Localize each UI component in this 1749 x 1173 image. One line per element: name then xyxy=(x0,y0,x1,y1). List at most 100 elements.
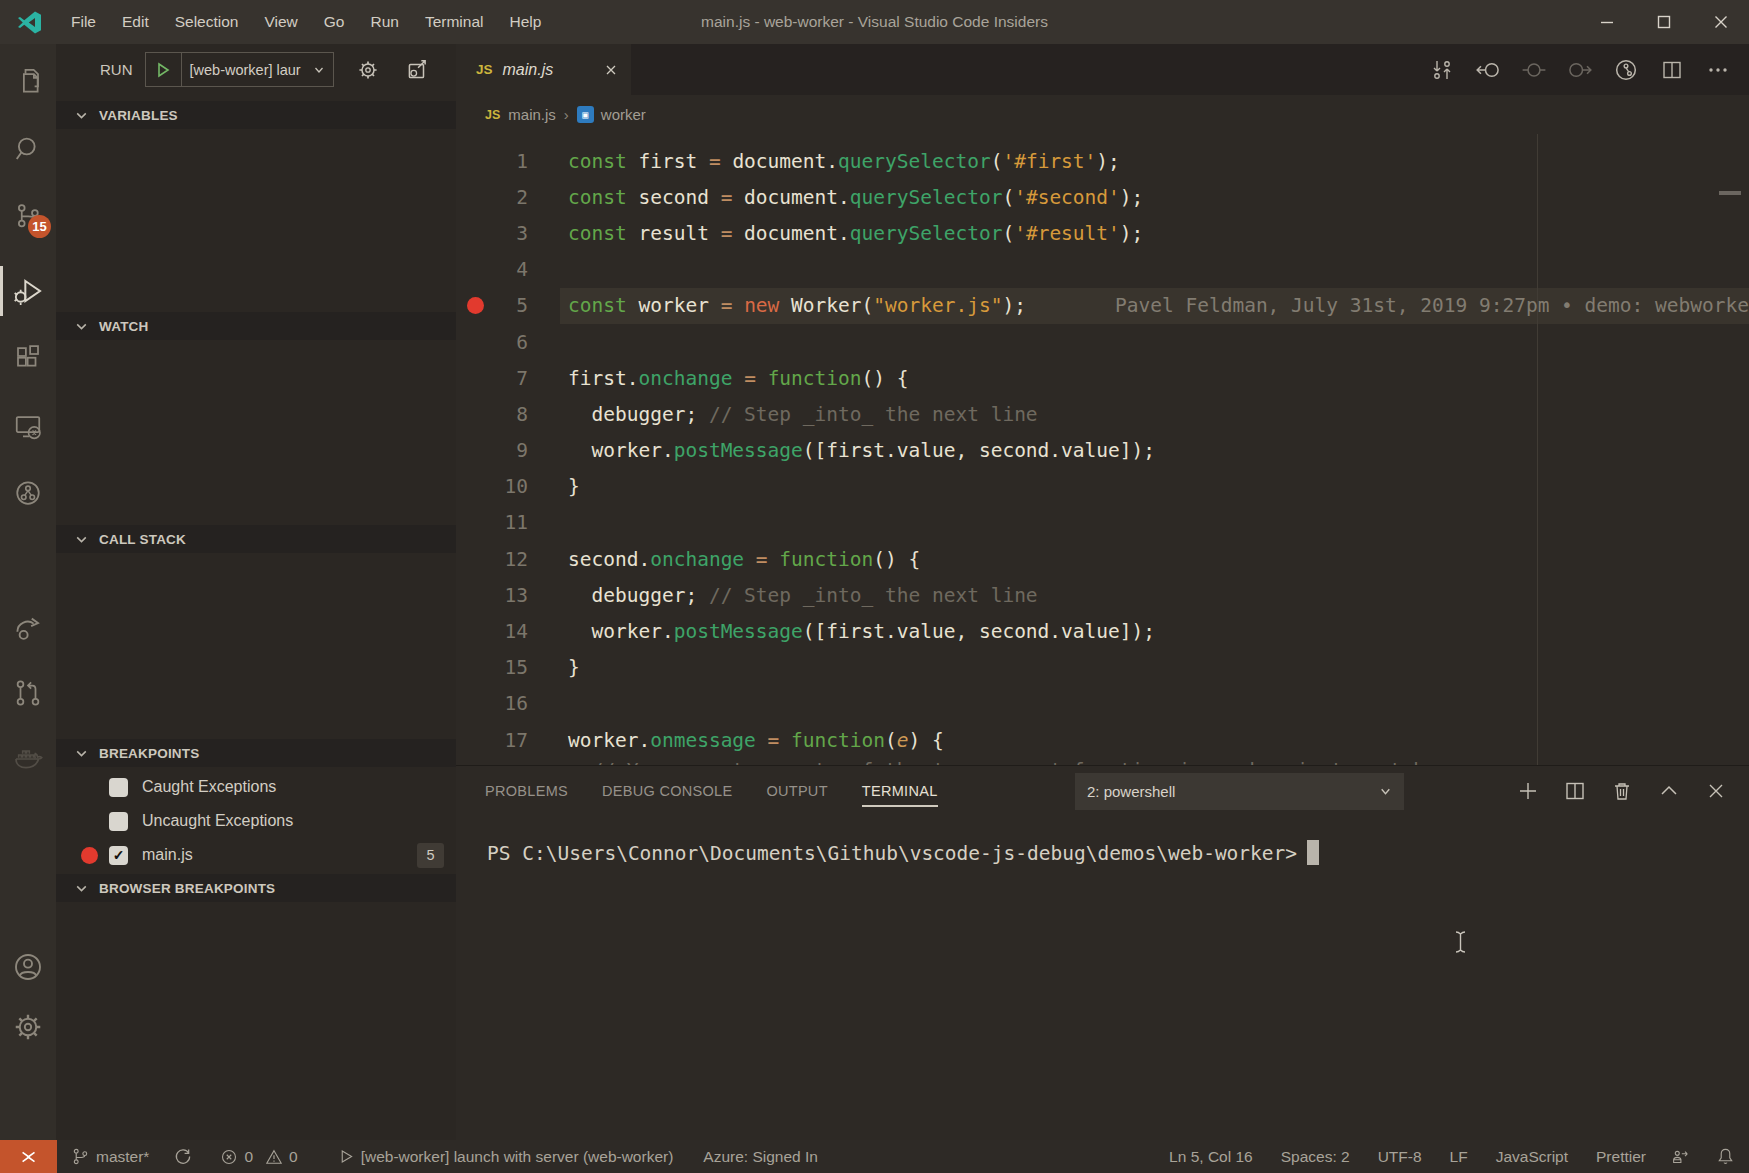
terminal-prompt: PS C:\Users\Connor\Documents\Github\vsco… xyxy=(487,840,1319,865)
code-line-12: 12second.onchange = function() { xyxy=(456,541,1749,577)
panel-tab-debug-console[interactable]: DEBUG CONSOLE xyxy=(602,766,732,816)
azure-status[interactable]: Azure: Signed In xyxy=(703,1148,818,1166)
terminal-cursor xyxy=(1307,840,1319,865)
debug-settings-gear-icon[interactable] xyxy=(356,58,380,82)
menu-run[interactable]: Run xyxy=(357,0,411,44)
section-call-stack[interactable]: CALL STACK xyxy=(56,525,456,553)
extensions-icon[interactable] xyxy=(0,330,56,388)
breakpoint-label: Uncaught Exceptions xyxy=(142,812,293,830)
vscode-insiders-logo xyxy=(0,0,58,44)
activity-bar: 15 xyxy=(0,44,56,1140)
terminal-select[interactable]: 2: powershell xyxy=(1075,773,1404,810)
code-text: const first = document.querySelector('#f… xyxy=(528,150,1120,173)
status-bar: master* 0 0 [web-worker] launch with ser… xyxy=(0,1140,1749,1173)
line-number: 7 xyxy=(456,367,528,390)
panel-tab-terminal[interactable]: TERMINAL xyxy=(862,766,938,816)
formatter-status[interactable]: Prettier xyxy=(1596,1148,1646,1166)
launch-status[interactable]: [web-worker] launch with server (web-wor… xyxy=(338,1148,674,1166)
debug-console-icon[interactable] xyxy=(404,57,430,83)
code-text: } xyxy=(528,656,580,679)
code-editor[interactable]: 1const first = document.querySelector('#… xyxy=(456,134,1749,765)
github-pr-icon[interactable] xyxy=(0,664,56,722)
line-number: 13 xyxy=(456,584,528,607)
panel-tab-problems[interactable]: PROBLEMS xyxy=(485,766,568,816)
source-control-icon[interactable]: 15 xyxy=(0,187,56,245)
maximize-button[interactable] xyxy=(1635,0,1692,44)
breakpoint-checkbox[interactable] xyxy=(109,812,128,831)
branch-icon xyxy=(71,1147,90,1166)
menu-terminal[interactable]: Terminal xyxy=(412,0,497,44)
code-line-17: 17worker.onmessage = function(e) { xyxy=(456,722,1749,758)
navigate-forward-icon[interactable] xyxy=(1557,44,1603,95)
line-number: 2 xyxy=(456,186,528,209)
menu-go[interactable]: Go xyxy=(311,0,358,44)
section-variables[interactable]: VARIABLES xyxy=(56,101,456,129)
menu-selection[interactable]: Selection xyxy=(162,0,252,44)
js-file-icon: JS xyxy=(476,62,493,77)
start-debug-button[interactable] xyxy=(145,52,182,87)
account-icon[interactable] xyxy=(0,938,56,996)
run-timeline-icon[interactable] xyxy=(1603,44,1649,95)
menu-edit[interactable]: Edit xyxy=(109,0,162,44)
split-editor-icon[interactable] xyxy=(1649,44,1695,95)
section-browser-breakpoints[interactable]: BROWSER BREAKPOINTS xyxy=(56,874,456,902)
play-icon xyxy=(338,1148,355,1165)
new-terminal-icon[interactable] xyxy=(1504,766,1551,816)
breakpoint-row[interactable]: Caught Exceptions xyxy=(56,770,456,804)
split-terminal-icon[interactable] xyxy=(1551,766,1598,816)
kill-terminal-trash-icon[interactable] xyxy=(1598,766,1645,816)
maximize-panel-icon[interactable] xyxy=(1645,766,1692,816)
remote-indicator[interactable] xyxy=(0,1140,57,1173)
terminal[interactable]: PS C:\Users\Connor\Documents\Github\vsco… xyxy=(456,816,1749,1140)
window-title: main.js - web-worker - Visual Studio Cod… xyxy=(500,0,1249,44)
feedback-button[interactable] xyxy=(1670,1147,1696,1167)
breakpoint-row[interactable]: ✓main.js5 xyxy=(56,838,456,872)
more-actions-icon[interactable] xyxy=(1695,44,1741,95)
remote-explorer-icon[interactable] xyxy=(0,398,56,456)
code-text: const second = document.querySelector('#… xyxy=(528,186,1143,209)
language-status[interactable]: JavaScript xyxy=(1496,1148,1568,1166)
breadcrumb-symbol[interactable]: worker xyxy=(601,106,646,123)
notifications-bell[interactable] xyxy=(1716,1147,1735,1166)
live-share-icon[interactable] xyxy=(0,599,56,657)
eol-status[interactable]: LF xyxy=(1450,1148,1468,1166)
open-changes-icon[interactable] xyxy=(1419,44,1465,95)
sync-button[interactable] xyxy=(173,1147,198,1166)
tab-main-js[interactable]: JS main.js xyxy=(456,44,631,95)
menu-file[interactable]: File xyxy=(58,0,109,44)
close-panel-icon[interactable] xyxy=(1692,766,1739,816)
bell-icon xyxy=(1716,1147,1735,1166)
panel-tab-output[interactable]: OUTPUT xyxy=(766,766,827,816)
docker-icon[interactable] xyxy=(0,730,56,788)
breadcrumb-file[interactable]: main.js xyxy=(508,106,556,123)
navigate-current-icon[interactable] xyxy=(1511,44,1557,95)
title-bar: FileEditSelectionViewGoRunTerminalHelp m… xyxy=(0,0,1749,44)
settings-gear-icon[interactable] xyxy=(0,998,56,1056)
debug-alt-icon[interactable] xyxy=(0,464,56,522)
breakpoint-checkbox[interactable] xyxy=(109,778,128,797)
indentation-status[interactable]: Spaces: 2 xyxy=(1281,1148,1350,1166)
navigate-back-icon[interactable] xyxy=(1465,44,1511,95)
search-icon[interactable] xyxy=(0,120,56,178)
close-button[interactable] xyxy=(1692,0,1749,44)
menu-view[interactable]: View xyxy=(251,0,310,44)
problems-status[interactable]: 0 0 xyxy=(220,1148,297,1166)
launch-config-select[interactable]: [web-worker] laur xyxy=(182,52,334,87)
git-branch-status[interactable]: master* xyxy=(71,1147,149,1166)
breadcrumb[interactable]: JS main.js › ▣ worker xyxy=(456,95,1749,134)
encoding-status[interactable]: UTF-8 xyxy=(1378,1148,1422,1166)
minimize-button[interactable] xyxy=(1578,0,1635,44)
cursor-position-status[interactable]: Ln 5, Col 16 xyxy=(1169,1148,1253,1166)
feedback-icon xyxy=(1670,1147,1690,1167)
line-number: 8 xyxy=(456,403,528,426)
line-number: 1 xyxy=(456,150,528,173)
tab-close-icon[interactable] xyxy=(603,62,619,78)
explorer-icon[interactable] xyxy=(0,52,56,110)
code-line-10: 10} xyxy=(456,469,1749,505)
code-text: worker.onmessage = function(e) { xyxy=(528,729,944,752)
breakpoint-row[interactable]: Uncaught Exceptions xyxy=(56,804,456,838)
section-watch[interactable]: WATCH xyxy=(56,312,456,340)
breakpoint-checkbox[interactable]: ✓ xyxy=(109,846,128,865)
run-debug-icon[interactable] xyxy=(0,262,56,320)
section-breakpoints[interactable]: BREAKPOINTS xyxy=(56,739,456,767)
